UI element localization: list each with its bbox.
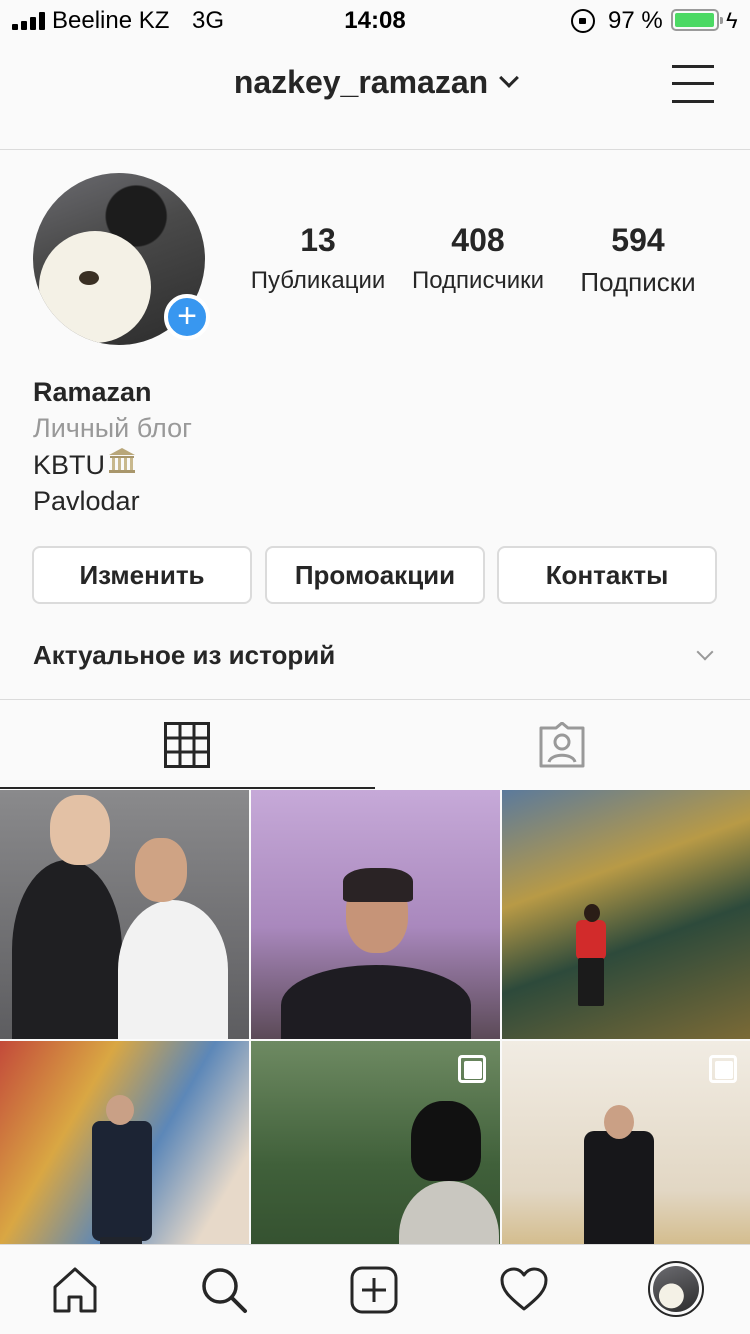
- post-thumbnail[interactable]: [0, 790, 249, 1039]
- bottom-tab-bar: [0, 1244, 750, 1334]
- promotions-button[interactable]: Промоакции: [265, 546, 485, 604]
- grid-icon: [164, 722, 210, 768]
- story-highlights-toggle[interactable]: Актуальное из историй: [33, 640, 335, 671]
- bio-school-text: KBTU: [33, 450, 106, 480]
- menu-icon[interactable]: [672, 65, 714, 103]
- post-thumbnail[interactable]: [251, 790, 500, 1039]
- add-story-button[interactable]: +: [164, 294, 210, 340]
- followers-count[interactable]: 408 Подписчики: [405, 222, 551, 295]
- search-icon[interactable]: [199, 1265, 249, 1315]
- profile-category: Личный блог: [33, 413, 192, 443]
- tab-grid[interactable]: [0, 700, 375, 789]
- home-icon[interactable]: [50, 1265, 100, 1315]
- contacts-button[interactable]: Контакты: [497, 546, 717, 604]
- posts-grid: [0, 790, 750, 1245]
- post-thumbnail[interactable]: [502, 1041, 750, 1245]
- battery-icon: [671, 9, 723, 31]
- posts-count-label: Публикации: [250, 267, 386, 294]
- profile-tab-avatar[interactable]: [648, 1261, 704, 1317]
- teddy-bear-photo: [39, 231, 151, 343]
- following-count[interactable]: 594 Подписки: [568, 222, 708, 298]
- post-thumbnail[interactable]: [0, 1041, 249, 1245]
- post-thumbnail[interactable]: [502, 790, 750, 1039]
- following-count-value: 594: [611, 222, 665, 258]
- charging-icon: ϟ: [726, 8, 738, 33]
- status-bar: Beeline KZ 3G 14:08 97 % ϟ: [0, 0, 750, 40]
- profile-nav-bar: nazkey_ramazan: [0, 40, 750, 150]
- tagged-photos-icon: [539, 722, 585, 768]
- following-count-label: Подписки: [580, 267, 696, 297]
- bio-line-city: Pavlodar: [33, 486, 140, 516]
- chevron-down-icon: [499, 68, 520, 88]
- multiple-photos-icon: [709, 1055, 737, 1083]
- username-title: nazkey_ramazan: [233, 64, 489, 100]
- post-thumbnail[interactable]: [251, 1041, 500, 1245]
- tab-tagged[interactable]: [375, 700, 750, 789]
- posts-count-value: 13: [300, 222, 336, 258]
- bio-line-school: KBTU: [33, 446, 192, 483]
- multiple-photos-icon: [458, 1055, 486, 1083]
- followers-count-value: 408: [451, 222, 505, 258]
- chevron-down-icon[interactable]: [696, 643, 714, 661]
- profile-name: Ramazan: [33, 377, 152, 407]
- add-post-icon[interactable]: [349, 1265, 399, 1315]
- rotation-lock-icon: [571, 9, 595, 33]
- classical-building-icon: [109, 448, 136, 473]
- followers-count-label: Подписчики: [411, 267, 545, 294]
- profile-content-tabs: [0, 699, 750, 789]
- posts-count[interactable]: 13 Публикации: [245, 222, 391, 295]
- avatar: [653, 1266, 699, 1312]
- battery-percent: 97 %: [608, 7, 663, 34]
- profile-avatar[interactable]: +: [33, 173, 210, 345]
- profile-bio: Ramazan Личный блог KBTU Pavlodar: [33, 374, 192, 519]
- heart-icon[interactable]: [499, 1265, 549, 1315]
- edit-profile-button[interactable]: Изменить: [32, 546, 252, 604]
- account-switcher[interactable]: nazkey_ramazan: [0, 64, 750, 101]
